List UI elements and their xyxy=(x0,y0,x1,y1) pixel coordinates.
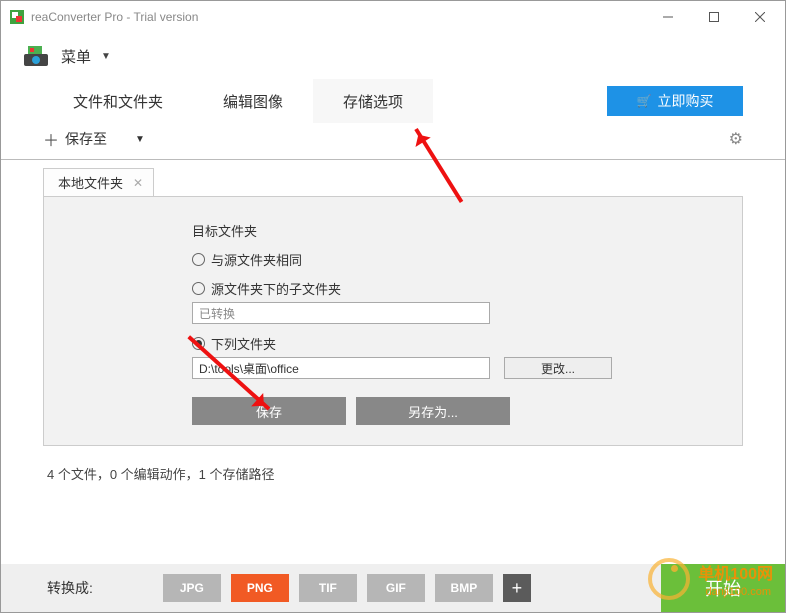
format-tif-button[interactable]: TIF xyxy=(299,574,357,602)
radio-following-folder[interactable]: 下列文件夹 xyxy=(192,334,720,353)
app-window: reaConverter Pro - Trial version 菜单 ▼ 文件… xyxy=(0,0,786,613)
app-icon xyxy=(9,9,25,25)
status-text: 4 个文件，0 个编辑动作，1 个存储路径 xyxy=(1,446,785,483)
convert-to-label: 转换成: xyxy=(47,578,93,598)
save-as-button[interactable]: 另存为... xyxy=(356,397,510,425)
panel-buttons: 保存 另存为... xyxy=(192,397,720,425)
tab-files[interactable]: 文件和文件夹 xyxy=(43,79,193,123)
gear-icon[interactable]: ⚙ xyxy=(729,129,743,149)
save-to-dropdown[interactable]: 保存至 xyxy=(65,129,107,149)
main-tabs: 文件和文件夹 编辑图像 存储选项 🛒 立即购买 xyxy=(1,79,785,123)
add-format-button[interactable]: + xyxy=(503,574,531,602)
subtab-local-folder[interactable]: 本地文件夹 ✕ xyxy=(43,168,154,196)
titlebar: reaConverter Pro - Trial version xyxy=(1,1,785,33)
subtab-label: 本地文件夹 xyxy=(58,173,123,192)
tab-save-options[interactable]: 存储选项 xyxy=(313,79,433,123)
app-logo-icon xyxy=(21,42,51,70)
radio-subfolder[interactable]: 源文件夹下的子文件夹 xyxy=(192,279,720,298)
tab-edit[interactable]: 编辑图像 xyxy=(193,79,313,123)
window-title: reaConverter Pro - Trial version xyxy=(31,10,645,24)
buy-now-label: 立即购买 xyxy=(657,91,713,111)
radio-same-as-source[interactable]: 与源文件夹相同 xyxy=(192,250,720,269)
section-label: 目标文件夹 xyxy=(192,221,720,240)
bottom-bar: 转换成: JPG PNG TIF GIF BMP + 开始 xyxy=(1,564,785,612)
subtab-row: 本地文件夹 ✕ xyxy=(1,166,785,196)
format-png-button[interactable]: PNG xyxy=(231,574,289,602)
close-button[interactable] xyxy=(737,1,783,33)
path-row: D:\tools\桌面\office 更改... xyxy=(192,357,720,379)
menu-label[interactable]: 菜单 xyxy=(61,46,91,67)
cart-icon: 🛒 xyxy=(637,94,652,108)
maximize-button[interactable] xyxy=(691,1,737,33)
plus-icon[interactable]: ＋ xyxy=(43,127,59,151)
save-button[interactable]: 保存 xyxy=(192,397,346,425)
radio-label: 源文件夹下的子文件夹 xyxy=(211,279,341,298)
radio-label: 下列文件夹 xyxy=(211,334,276,353)
format-gif-button[interactable]: GIF xyxy=(367,574,425,602)
format-bmp-button[interactable]: BMP xyxy=(435,574,493,602)
radio-icon xyxy=(192,253,205,266)
destination-panel: 目标文件夹 与源文件夹相同 源文件夹下的子文件夹 已转换 下列文件夹 D:\to… xyxy=(43,196,743,446)
minimize-button[interactable] xyxy=(645,1,691,33)
format-jpg-button[interactable]: JPG xyxy=(163,574,221,602)
menubar: 菜单 ▼ xyxy=(1,33,785,79)
start-button[interactable]: 开始 xyxy=(661,564,785,612)
radio-label: 与源文件夹相同 xyxy=(211,250,302,269)
close-icon[interactable]: ✕ xyxy=(133,176,143,190)
change-button[interactable]: 更改... xyxy=(504,357,612,379)
buy-now-button[interactable]: 🛒 立即购买 xyxy=(607,86,743,116)
radio-icon xyxy=(192,282,205,295)
toolbar: ＋ 保存至 ▼ ⚙ xyxy=(1,123,785,160)
chevron-down-icon[interactable]: ▼ xyxy=(135,134,145,145)
radio-icon xyxy=(192,337,205,350)
chevron-down-icon[interactable]: ▼ xyxy=(101,51,111,62)
subfolder-input[interactable]: 已转换 xyxy=(192,302,490,324)
destination-path-input[interactable]: D:\tools\桌面\office xyxy=(192,357,490,379)
